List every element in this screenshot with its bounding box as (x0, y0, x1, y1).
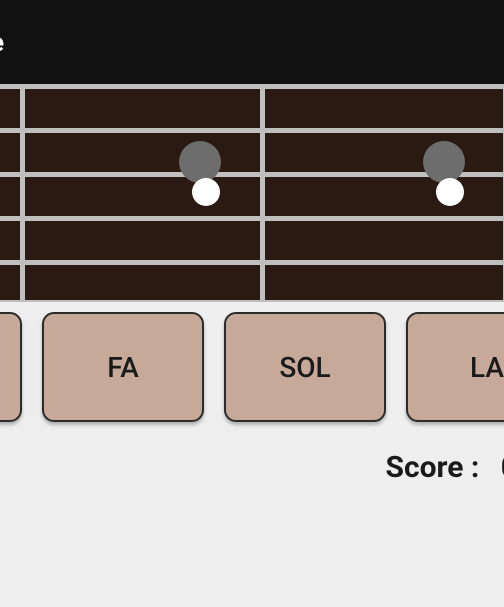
title-bar: e (0, 0, 504, 84)
note-button-fa[interactable]: FA (42, 312, 204, 422)
fret-line (260, 84, 265, 302)
note-marker-white-icon[interactable] (436, 178, 464, 206)
string-line (0, 128, 504, 133)
note-button-sol[interactable]: SOL (224, 312, 386, 422)
note-marker-white-icon[interactable] (192, 178, 220, 206)
string-line (0, 260, 504, 265)
note-button-row: FA SOL LA (0, 302, 504, 422)
fretboard[interactable] (0, 84, 504, 302)
string-line (0, 84, 504, 89)
page-title: e (0, 28, 4, 58)
string-line (0, 216, 504, 221)
note-button[interactable] (0, 312, 22, 422)
score-display: Score : 0 (0, 450, 504, 485)
fret-line (20, 84, 25, 302)
score-label: Score : (385, 450, 486, 485)
string-line (0, 300, 504, 302)
fret-marker-grey-icon (423, 141, 465, 183)
fret-marker-grey-icon (179, 141, 221, 183)
note-button-la[interactable]: LA (406, 312, 504, 422)
